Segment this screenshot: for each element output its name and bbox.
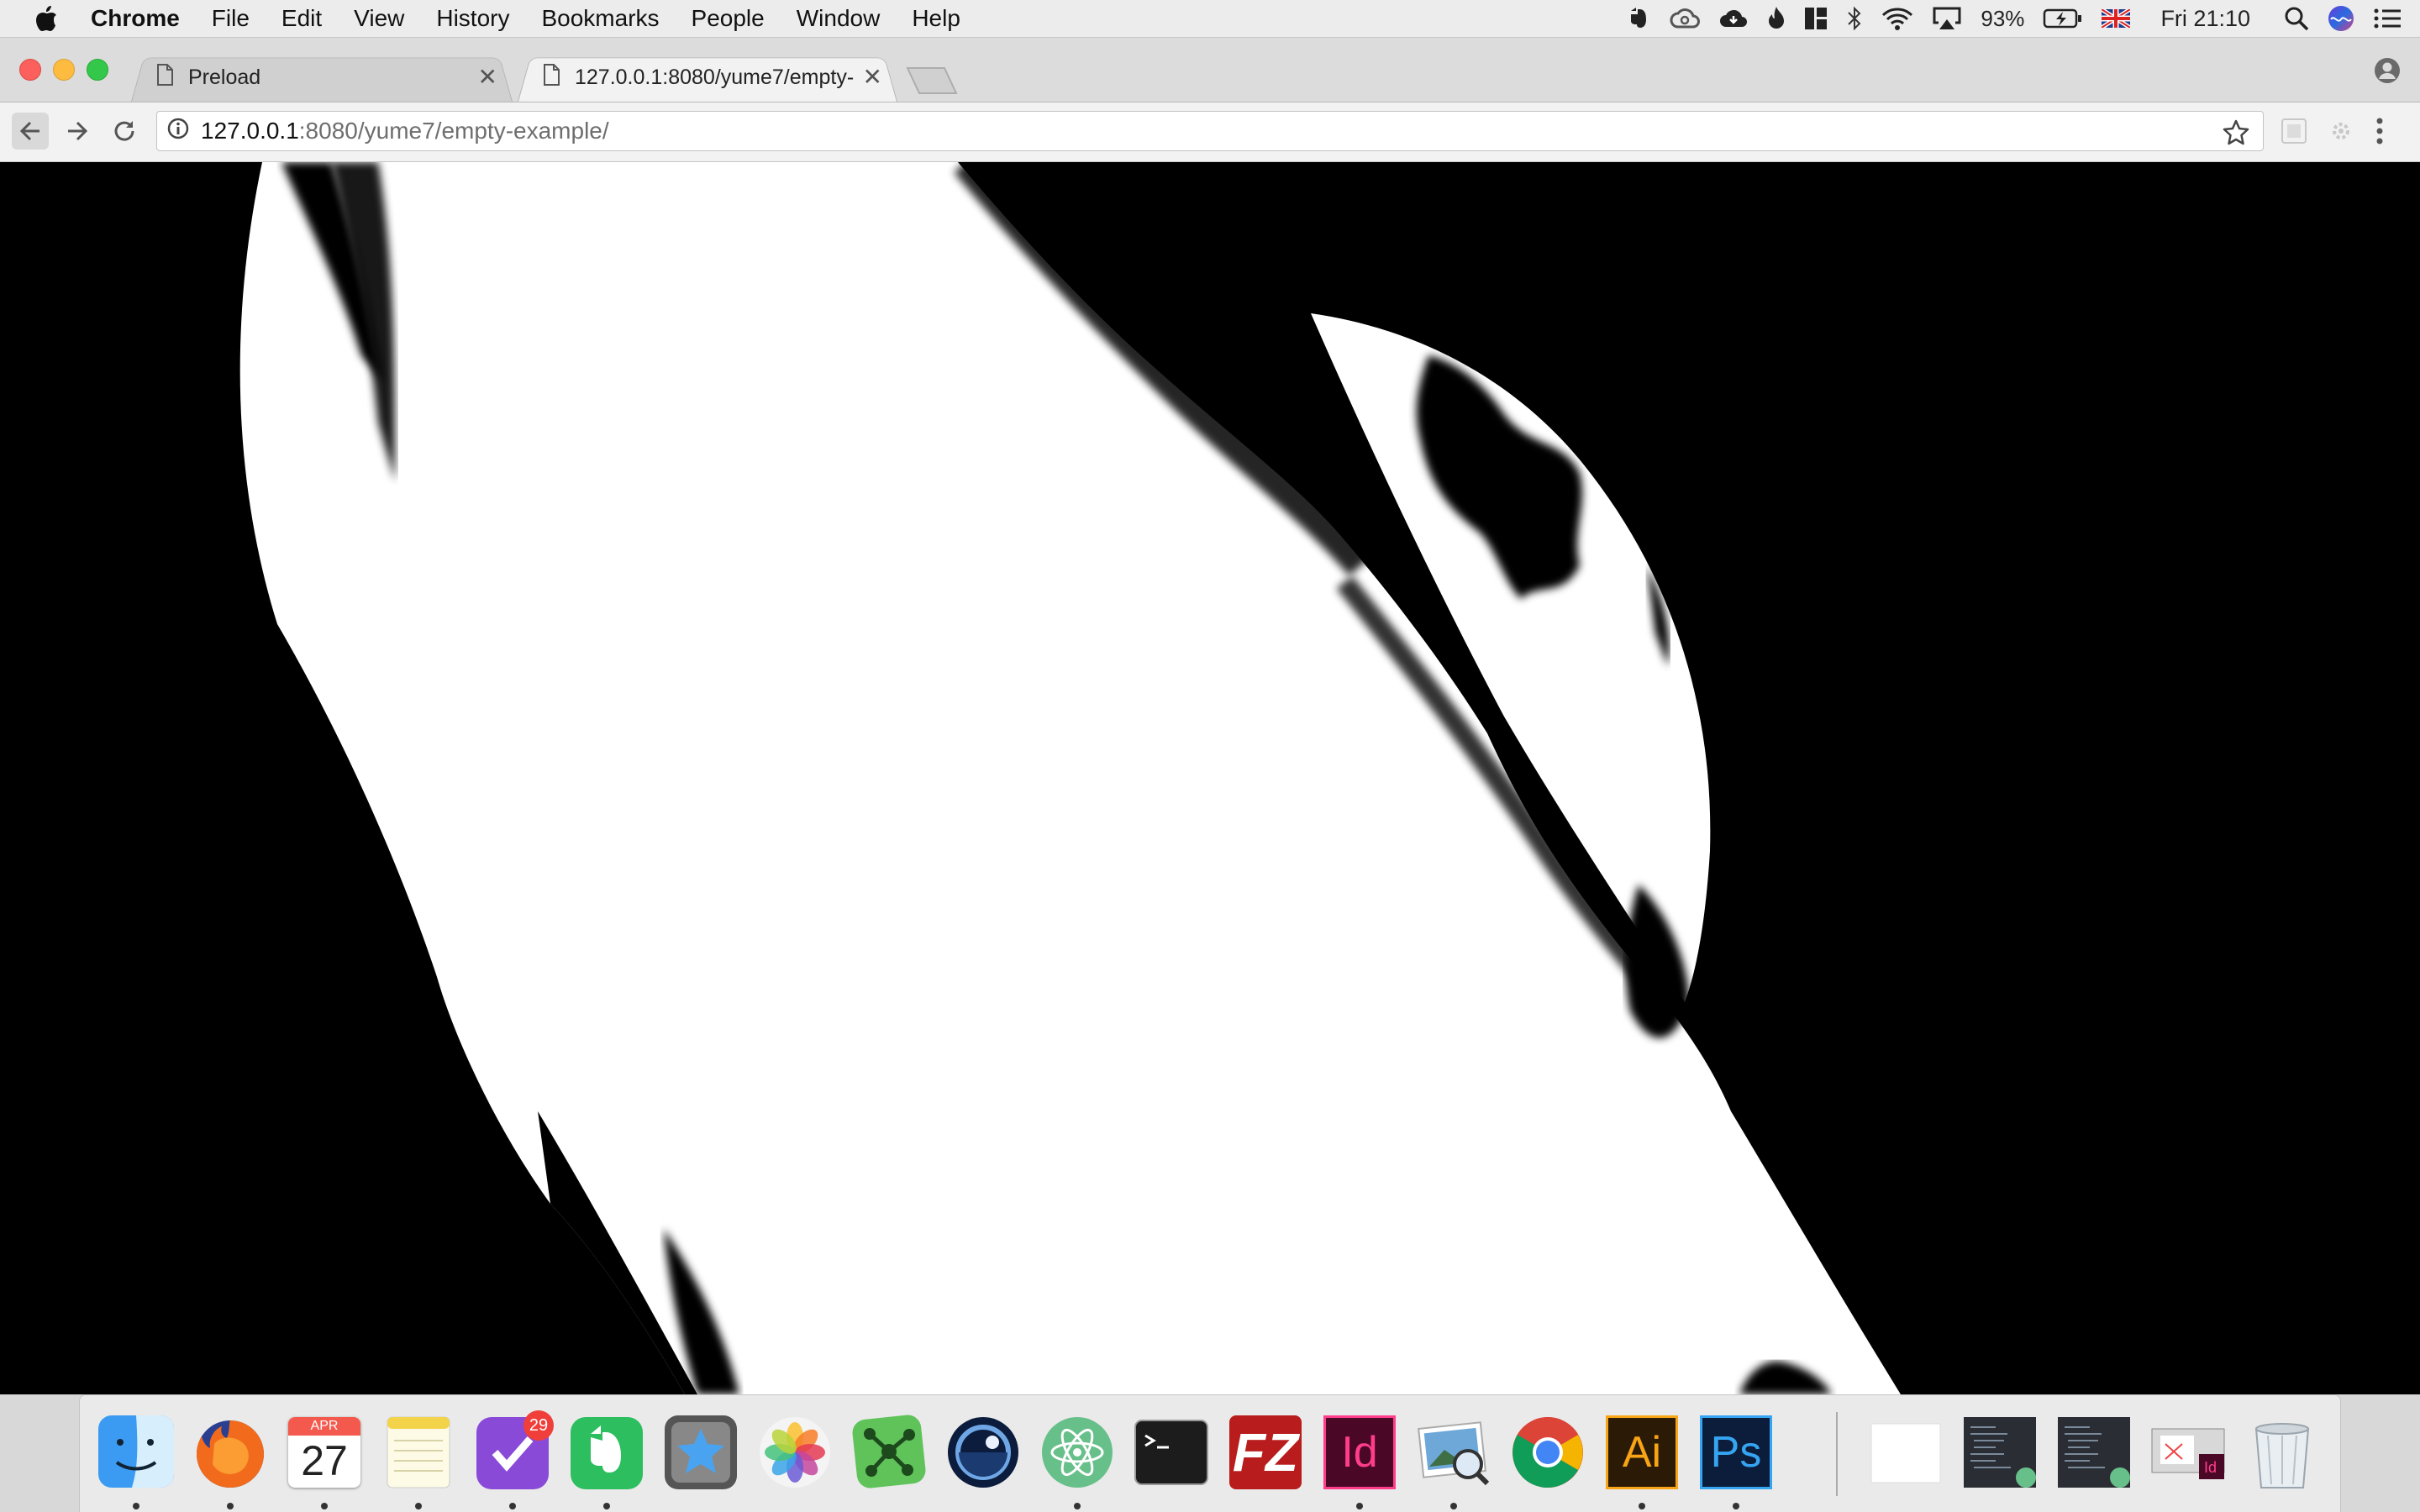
grid-icon[interactable] (1804, 7, 1828, 30)
photoshop-icon[interactable]: Ps (1695, 1410, 1777, 1493)
tab-title: 127.0.0.1:8080/yume7/empty-e (575, 65, 855, 89)
evernote-icon[interactable] (566, 1410, 648, 1493)
calendar-month: APR (288, 1417, 360, 1436)
finder-icon[interactable] (95, 1410, 177, 1493)
tab-close-icon[interactable]: ✕ (863, 66, 882, 89)
wifi-icon[interactable] (1881, 7, 1913, 30)
url-host: 127.0.0.1 (201, 118, 299, 144)
new-tab-button[interactable] (906, 66, 958, 95)
menu-app-name[interactable]: Chrome (91, 5, 180, 32)
window-maximize-button[interactable] (87, 59, 108, 81)
reload-button[interactable] (106, 113, 143, 150)
siri-icon[interactable] (2328, 5, 2354, 32)
notes-icon[interactable] (377, 1410, 460, 1493)
info-icon[interactable] (167, 118, 189, 145)
indesign-window-icon[interactable]: Id (2147, 1410, 2229, 1493)
forward-button[interactable] (59, 113, 96, 150)
bookmark-star-icon[interactable] (2223, 118, 2249, 151)
page-icon (543, 63, 560, 92)
menu-view[interactable]: View (354, 5, 404, 32)
atom-icon[interactable] (1036, 1410, 1118, 1493)
apple-menu-icon[interactable] (32, 3, 60, 34)
tab-preload[interactable]: Preload ✕ (131, 53, 513, 102)
dock-separator (1836, 1412, 1838, 1496)
menu-history[interactable]: History (436, 5, 509, 32)
cloud-icon[interactable] (1718, 7, 1749, 30)
menu-bookmarks[interactable]: Bookmarks (541, 5, 659, 32)
creative-cloud-icon[interactable] (1670, 7, 1701, 30)
mindnode-icon[interactable] (848, 1410, 930, 1493)
menu-window[interactable]: Window (797, 5, 881, 32)
evernote-icon[interactable] (1626, 6, 1651, 31)
filezilla-icon[interactable]: FZ (1224, 1410, 1307, 1493)
calendar-icon[interactable]: APR 27 (283, 1410, 366, 1493)
code-window-icon[interactable] (2053, 1410, 2135, 1493)
dock: APR 27 29 FZ Id Ai Ps Id (79, 1394, 2341, 1512)
omnifocus-icon[interactable]: 29 (471, 1410, 554, 1493)
clock[interactable]: Fri 21:10 (2160, 6, 2250, 32)
preview-icon[interactable] (1413, 1410, 1495, 1493)
url-path: :8080/yume7/empty-example/ (298, 118, 609, 144)
menu-bar: Chrome File Edit View History Bookmarks … (0, 0, 2420, 38)
uk-flag-icon[interactable] (2102, 9, 2131, 28)
terminal-icon[interactable] (1130, 1410, 1213, 1493)
notification-center-icon[interactable] (2373, 7, 2402, 30)
tab-close-icon[interactable]: ✕ (478, 66, 497, 89)
illustrator-icon[interactable]: Ai (1601, 1410, 1683, 1493)
blank-window-icon[interactable] (1865, 1410, 1947, 1493)
tab-title: Preload (188, 65, 261, 89)
firefox-icon[interactable] (189, 1410, 271, 1493)
tab-empty-example[interactable]: 127.0.0.1:8080/yume7/empty-e ✕ (518, 53, 897, 102)
battery-icon[interactable] (2043, 8, 2083, 29)
indesign-label: Id (1323, 1415, 1396, 1489)
svg-text:Id: Id (2204, 1459, 2217, 1476)
page-icon (156, 63, 173, 92)
bluetooth-icon[interactable] (1846, 6, 1863, 31)
menu-file[interactable]: File (212, 5, 250, 32)
chrome-menu-icon[interactable] (2375, 114, 2385, 152)
airplay-icon[interactable] (1932, 6, 1962, 31)
indesign-icon[interactable]: Id (1318, 1410, 1401, 1493)
notification-badge: 29 (523, 1410, 554, 1441)
battery-percent[interactable]: 93% (1981, 6, 2024, 32)
address-bar[interactable]: 127.0.0.1:8080/yume7/empty-example/ (156, 111, 2264, 151)
extension-icon[interactable] (2279, 116, 2309, 146)
trash-icon[interactable] (2241, 1410, 2323, 1493)
window-minimize-button[interactable] (53, 59, 75, 81)
menu-help[interactable]: Help (912, 5, 960, 32)
page-canvas[interactable] (0, 162, 2420, 1394)
pixelmator-icon[interactable] (660, 1410, 742, 1493)
menu-people[interactable]: People (692, 5, 765, 32)
status-area: 93% Fri 21:10 (1626, 0, 2420, 37)
flame-icon[interactable] (1767, 6, 1786, 31)
spotlight-icon[interactable] (2284, 6, 2309, 31)
filezilla-label: FZ (1229, 1415, 1302, 1489)
back-button[interactable] (12, 113, 49, 150)
illustrator-label: Ai (1606, 1415, 1678, 1489)
profile-icon[interactable] (2373, 56, 2402, 89)
chrome-icon[interactable] (1507, 1410, 1589, 1493)
extension-gear-icon[interactable] (2326, 116, 2356, 146)
photos-icon[interactable] (754, 1410, 836, 1493)
tab-strip: Preload ✕ 127.0.0.1:8080/yume7/empty-e ✕ (0, 38, 2420, 102)
calendar-day: 27 (301, 1437, 348, 1484)
browser-toolbar: 127.0.0.1:8080/yume7/empty-example/ (0, 102, 2420, 162)
window-close-button[interactable] (19, 59, 41, 81)
code-window-icon[interactable] (1959, 1410, 2041, 1493)
menu-edit[interactable]: Edit (281, 5, 322, 32)
cinema4d-icon[interactable] (942, 1410, 1024, 1493)
photoshop-label: Ps (1700, 1415, 1772, 1489)
